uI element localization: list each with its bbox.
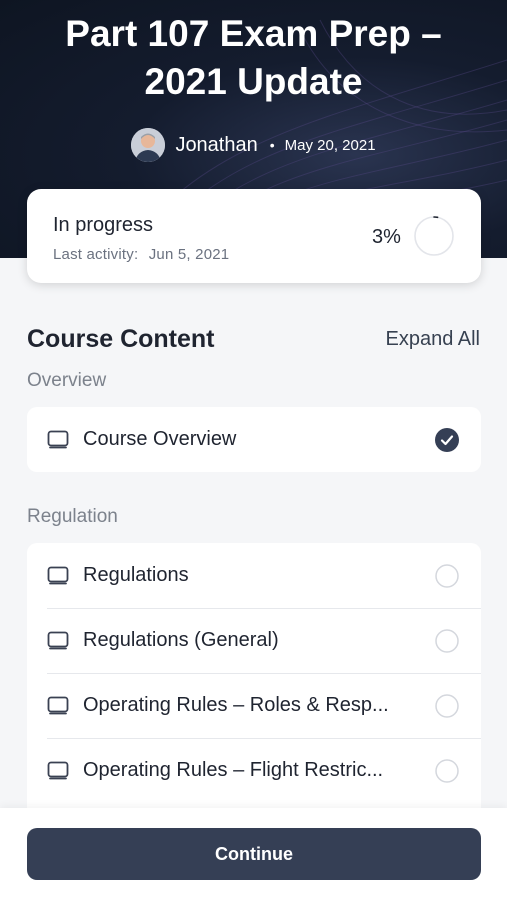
incomplete-circle-icon <box>435 693 459 718</box>
lesson-title: Regulations <box>83 564 189 586</box>
course-content-heading: Course Content <box>27 325 215 353</box>
section-label-overview: Overview <box>27 370 107 391</box>
lesson-item[interactable]: Operating Rules – Roles & Resp... <box>27 673 481 738</box>
publish-date: May 20, 2021 <box>284 136 376 154</box>
last-activity-date: Jun 5, 2021 <box>148 246 230 263</box>
continue-button[interactable]: Continue <box>27 828 481 880</box>
avatar[interactable] <box>131 128 166 162</box>
lesson-item[interactable]: Operating Rules – Flight Restric... <box>27 738 481 803</box>
lesson-title: Operating Rules – Roles & Resp... <box>83 694 389 716</box>
footer-bar: Continue <box>0 808 507 900</box>
lesson-item[interactable]: Regulations <box>27 543 481 608</box>
lesson-title: Course Overview <box>83 428 237 450</box>
section-label-regulation: Regulation <box>27 506 118 527</box>
section-card-overview: Course Overview <box>27 407 481 472</box>
lesson-item[interactable]: Regulations (General) <box>27 608 481 673</box>
incomplete-circle-icon <box>435 563 459 588</box>
last-activity: Last activity: Jun 5, 2021 <box>53 246 229 263</box>
incomplete-circle-icon <box>435 628 459 653</box>
lesson-item[interactable]: Course Overview <box>27 407 481 472</box>
progress-percent: 3% <box>372 226 401 248</box>
lesson-title: Operating Rules – Flight Restric... <box>83 759 384 781</box>
book-icon <box>47 761 69 779</box>
course-title: Part 107 Exam Prep – 2021 Update <box>65 13 442 102</box>
expand-all-button[interactable]: Expand All <box>385 328 480 351</box>
author-row: Jonathan • May 20, 2021 <box>0 127 507 163</box>
author-name[interactable]: Jonathan <box>175 134 257 157</box>
completed-check-icon <box>435 427 459 452</box>
progress-status: In progress <box>53 214 154 236</box>
book-icon <box>47 631 69 649</box>
separator-dot: • <box>269 137 275 153</box>
incomplete-circle-icon <box>435 758 459 783</box>
book-icon <box>47 566 69 584</box>
last-activity-label: Last activity: <box>53 246 139 263</box>
section-card-regulation: Regulations Regulations (General) Operat… <box>27 543 481 808</box>
progress-ring <box>414 216 454 256</box>
book-icon <box>47 430 69 448</box>
progress-card[interactable]: In progress Last activity: Jun 5, 2021 3… <box>27 189 481 283</box>
lesson-title: Regulations (General) <box>83 629 279 651</box>
book-icon <box>47 696 69 714</box>
